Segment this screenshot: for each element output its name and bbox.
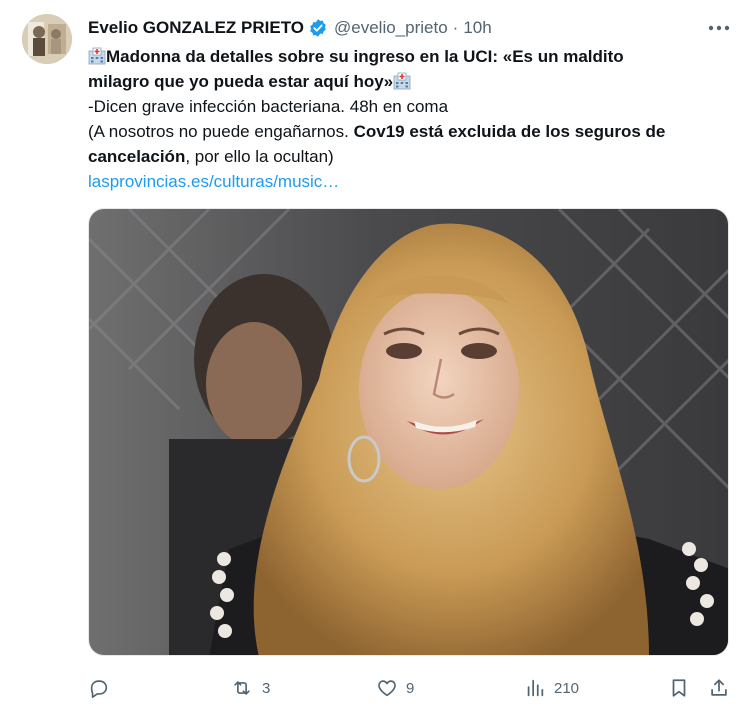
view-count: 210 — [554, 679, 580, 697]
retweet-button[interactable]: 3 — [230, 674, 270, 702]
retweet-count: 3 — [262, 679, 271, 697]
verified-badge-icon — [308, 18, 328, 38]
tweet-line-5: cancelación, por ello la ocultan) — [88, 144, 728, 169]
tweet-card[interactable]: Evelio GONZALEZ PRIETO @evelio_prieto · … — [0, 0, 746, 718]
retweet-icon — [230, 677, 254, 699]
views-chart-icon — [524, 677, 546, 699]
reply-icon — [88, 677, 110, 699]
views-button[interactable]: 210 — [524, 674, 579, 702]
author-handle[interactable]: @evelio_prieto — [334, 18, 448, 38]
like-count: 9 — [406, 679, 415, 697]
share-button[interactable] — [708, 674, 730, 702]
more-options-icon[interactable] — [706, 18, 732, 38]
avatar[interactable] — [22, 14, 72, 64]
tweet-line-4-text: (A nosotros no puede engañarnos. — [88, 122, 354, 141]
tweet-line-1: Madonna da detalles sobre su ingreso en … — [88, 44, 728, 69]
bookmark-icon — [668, 677, 690, 699]
tweet-photo[interactable] — [88, 208, 729, 656]
hospital-emoji-icon — [393, 72, 411, 90]
author-name[interactable]: Evelio GONZALEZ PRIETO — [88, 18, 304, 38]
separator-dot: · — [452, 18, 459, 37]
heart-icon — [376, 677, 398, 699]
tweet-header: Evelio GONZALEZ PRIETO @evelio_prieto · … — [88, 16, 492, 40]
tweet-line-3: -Dicen grave infección bacteriana. 48h e… — [88, 97, 449, 116]
tweet-line-2: milagro que yo pueda estar aquí hoy» — [88, 69, 728, 94]
tweet-line-4-bold: Cov19 está excluida de los seguros de — [353, 122, 666, 141]
tweet-line-5-text: , por ello la ocultan) — [185, 147, 334, 166]
reply-button[interactable] — [88, 674, 118, 702]
tweet-headline-1: Madonna da detalles sobre su ingreso en … — [106, 47, 624, 66]
tweet-line-5-bold: cancelación — [88, 147, 186, 166]
tweet-headline-2: milagro que yo pueda estar aquí hoy» — [88, 72, 394, 91]
hospital-emoji-icon — [88, 47, 106, 65]
bookmark-button[interactable] — [668, 674, 690, 702]
action-bar: 3 9 210 — [88, 674, 734, 702]
tweet-text: Madonna da detalles sobre su ingreso en … — [88, 44, 728, 194]
article-link[interactable]: lasprovincias.es/culturas/music… — [88, 169, 728, 194]
like-button[interactable]: 9 — [376, 674, 414, 702]
tweet-time[interactable]: 10h — [463, 18, 491, 38]
share-icon — [708, 677, 730, 699]
tweet-line-4: (A nosotros no puede engañarnos. Cov19 e… — [88, 119, 728, 144]
